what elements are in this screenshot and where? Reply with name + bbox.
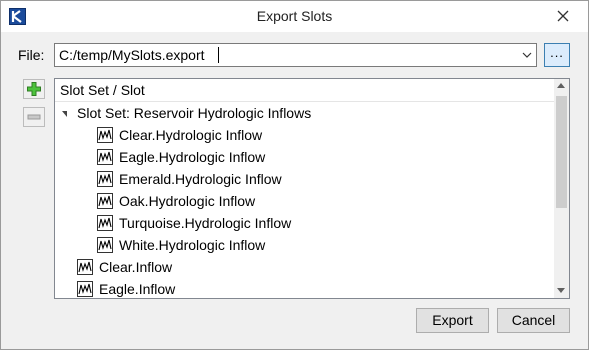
file-path-value[interactable]: C:/temp/MySlots.export [59,47,205,63]
scroll-up-arrow-icon[interactable] [557,83,565,88]
expander-icon[interactable] [62,111,67,117]
tree-row-slot-set[interactable]: Slot Set: Reservoir Hydrologic Inflows [55,102,554,124]
slot-label: Oak.Hydrologic Inflow [119,193,256,209]
tree-row-slot[interactable]: Oak.Hydrologic Inflow [55,190,554,212]
series-slot-icon [77,281,93,297]
tree-row-slot[interactable]: Turquoise.Hydrologic Inflow [55,212,554,234]
series-slot-icon [97,149,113,165]
add-slot-button[interactable] [23,79,45,99]
series-slot-icon [97,237,113,253]
browse-button[interactable]: ... [544,43,570,67]
export-slots-dialog: Export Slots File: C:/temp/MySlots.expor… [0,0,589,350]
slot-set-label: Slot Set: Reservoir Hydrologic Inflows [77,105,312,121]
series-slot-icon [77,259,93,275]
text-cursor [218,47,219,63]
export-button[interactable]: Export [416,308,489,333]
tree-row-slot[interactable]: White.Hydrologic Inflow [55,234,554,256]
slot-label: Eagle.Inflow [99,281,176,297]
tree-row-slot[interactable]: Eagle.Hydrologic Inflow [55,146,554,168]
chevron-down-icon[interactable] [520,50,534,60]
file-path-combobox[interactable]: C:/temp/MySlots.export [54,43,537,67]
tree-column-header[interactable]: Slot Set / Slot [55,79,554,102]
cancel-button[interactable]: Cancel [497,308,570,333]
close-icon [557,10,569,22]
vertical-scrollbar[interactable] [554,79,569,298]
file-label: File: [18,47,45,63]
close-button[interactable] [546,5,580,27]
tree-row-slot[interactable]: Eagle.Inflow [55,278,554,298]
slot-label: Eagle.Hydrologic Inflow [119,149,266,165]
title-bar[interactable]: Export Slots [1,1,588,32]
slot-label: Turquoise.Hydrologic Inflow [119,215,292,231]
tree-row-slot[interactable]: Clear.Inflow [55,256,554,278]
slot-label: Emerald.Hydrologic Inflow [119,171,282,187]
scrollbar-thumb[interactable] [556,96,567,208]
slot-tree[interactable]: Slot Set / Slot Slot Set: Reservoir Hydr… [54,78,570,299]
series-slot-icon [97,171,113,187]
series-slot-icon [97,193,113,209]
remove-slot-button[interactable] [23,107,45,127]
tree-row-slot[interactable]: Emerald.Hydrologic Inflow [55,168,554,190]
slot-label: Clear.Hydrologic Inflow [119,127,263,143]
slot-label: White.Hydrologic Inflow [119,237,266,253]
tree-row-slot[interactable]: Clear.Hydrologic Inflow [55,124,554,146]
series-slot-icon [97,215,113,231]
tree-column-header-label: Slot Set / Slot [60,82,145,98]
series-slot-icon [97,127,113,143]
scroll-down-arrow-icon[interactable] [557,288,565,293]
window-title: Export Slots [256,8,333,24]
slot-label: Clear.Inflow [99,259,173,275]
plus-icon [23,79,45,99]
minus-icon [23,107,45,127]
